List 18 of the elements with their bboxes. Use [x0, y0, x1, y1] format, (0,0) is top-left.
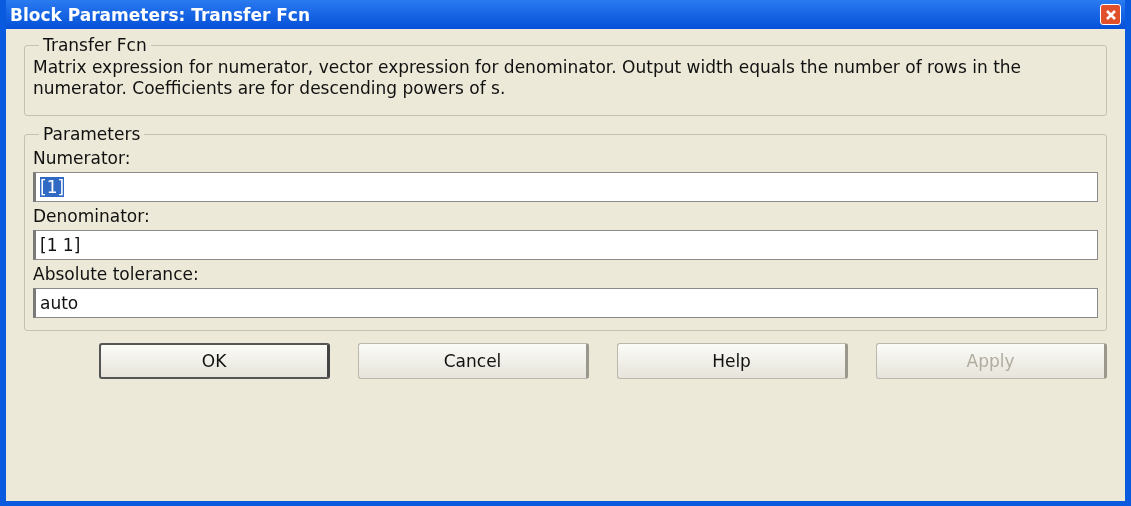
input-field[interactable]: [1 1] — [33, 230, 1098, 260]
field-label: Numerator: — [33, 148, 132, 168]
input-field[interactable]: auto — [33, 288, 1098, 318]
field-label: Denominator: — [33, 206, 151, 226]
group-title: Parameters — [42, 124, 142, 144]
dialog-button[interactable]: OK — [99, 343, 331, 379]
input-field[interactable]: [1] — [33, 172, 1098, 202]
dialog-button[interactable]: Help — [617, 343, 849, 379]
field-value: auto — [40, 293, 79, 313]
dialog-button[interactable]: Cancel — [358, 343, 590, 379]
close-icon — [1104, 8, 1117, 21]
field-value: [1] — [40, 177, 65, 197]
field-label: Absolute tolerance: — [33, 264, 200, 284]
field-value: [1 1] — [40, 235, 81, 255]
window-title: Block Parameters: Transfer Fcn — [10, 4, 311, 25]
group-title: Transfer Fcn — [42, 35, 148, 55]
close-button[interactable] — [1100, 4, 1121, 25]
description-text: Matrix expression for numerator, vector expression for denominator. Output width equals the number of rows in the numerator. Coefficients are for descending powers of s. — [33, 57, 1023, 99]
